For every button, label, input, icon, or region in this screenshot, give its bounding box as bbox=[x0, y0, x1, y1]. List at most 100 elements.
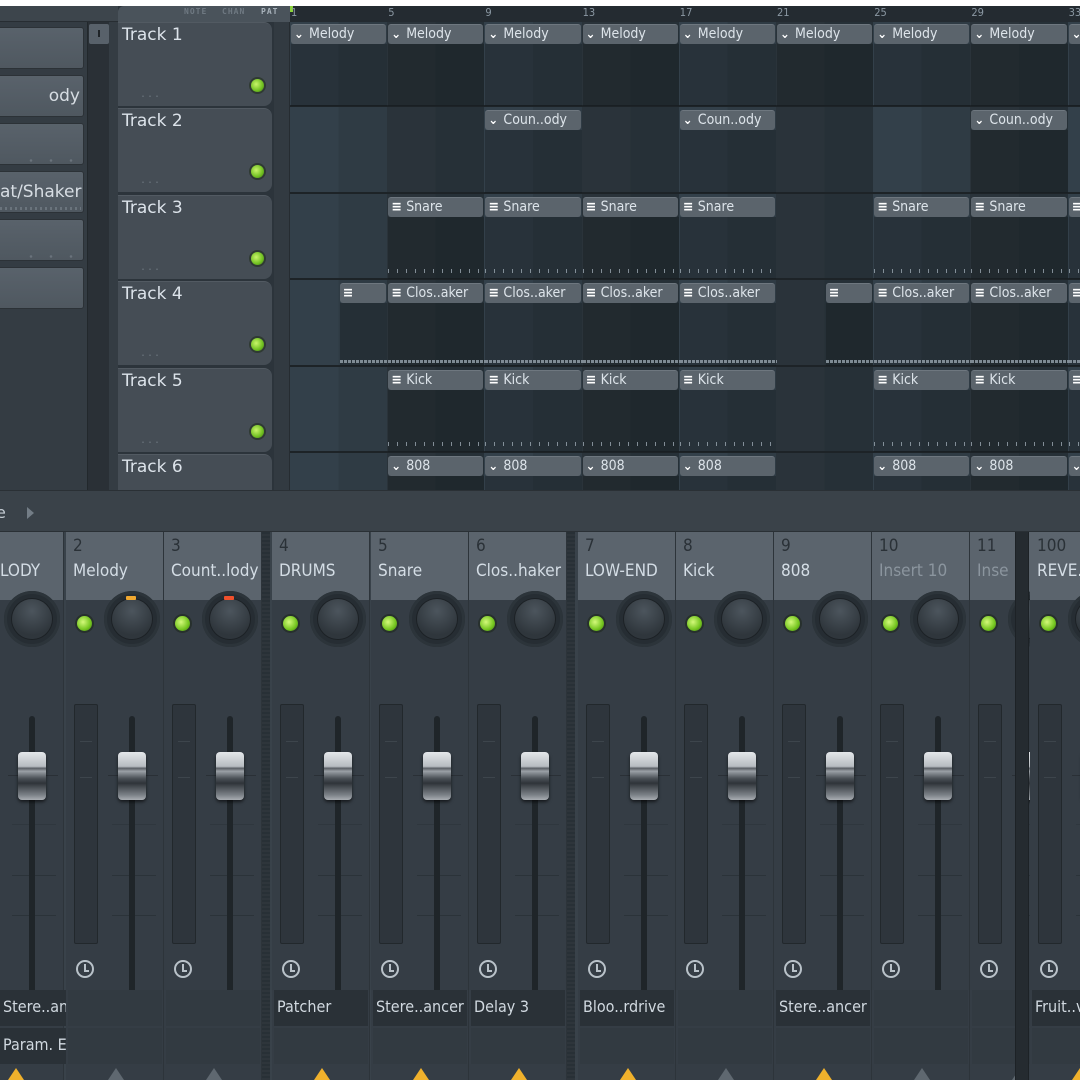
playlist-clip[interactable]: ⌄ 808 bbox=[679, 456, 775, 476]
track-name[interactable]: Track 5 bbox=[122, 371, 183, 391]
track-options-dots[interactable]: ... bbox=[140, 435, 161, 446]
strip-enable-led[interactable] bbox=[480, 616, 495, 631]
playlist-clip[interactable]: ≡ bbox=[825, 283, 873, 304]
effect-slot[interactable] bbox=[471, 1028, 565, 1064]
playlist-clip[interactable]: ⌄ Coun..ody bbox=[679, 110, 775, 131]
clock-icon[interactable] bbox=[76, 960, 94, 978]
clock-icon[interactable] bbox=[588, 960, 606, 978]
send-arrow-icon[interactable] bbox=[1072, 1068, 1080, 1080]
mixer-strip[interactable]: 4 DRUMS Patcher bbox=[272, 532, 370, 1080]
effect-slot[interactable] bbox=[874, 1028, 968, 1064]
strip-header[interactable]: 4 DRUMS bbox=[272, 532, 369, 600]
mixer-strip[interactable]: LODY Stere..ancer Param. EQ 2 bbox=[0, 532, 94, 1080]
strip-name[interactable]: 808 bbox=[781, 561, 810, 581]
strip-header[interactable]: LODY bbox=[0, 532, 63, 600]
strip-header[interactable]: 2 Melody bbox=[66, 532, 163, 600]
effect-slot[interactable] bbox=[274, 1028, 368, 1064]
strip-enable-led[interactable] bbox=[981, 616, 996, 631]
mixer-strip[interactable]: 9 808 Stere..ancer bbox=[774, 532, 872, 1080]
track-enable-led[interactable] bbox=[251, 424, 264, 438]
channel-button[interactable] bbox=[0, 27, 84, 69]
playlist-clip[interactable]: ⌄ 808 bbox=[388, 456, 484, 476]
playlist-clip[interactable]: ≡ Kick bbox=[679, 369, 775, 390]
volume-fader-handle[interactable] bbox=[521, 752, 549, 800]
send-arrow-icon[interactable] bbox=[206, 1068, 222, 1080]
strip-name[interactable]: Count..lody bbox=[171, 561, 259, 581]
volume-fader-handle[interactable] bbox=[924, 752, 952, 800]
strip-header[interactable]: 100 REVE.. bbox=[1030, 532, 1080, 600]
playlist-clip[interactable]: ≡ Kick bbox=[388, 369, 484, 390]
effect-slot[interactable] bbox=[68, 1028, 162, 1064]
playlist-clip[interactable]: ≡ Clos..aker bbox=[971, 283, 1067, 304]
playlist-clip[interactable]: ⌄ 808 bbox=[971, 456, 1067, 476]
playlist-clip[interactable]: ⌄ Melody bbox=[971, 24, 1067, 44]
strip-enable-led[interactable] bbox=[382, 616, 397, 631]
playlist-clip[interactable]: ≡ Snare bbox=[388, 196, 484, 217]
playlist-clip[interactable]: ⌄ bbox=[1068, 456, 1080, 476]
mode-chan[interactable]: CHAN bbox=[222, 7, 245, 16]
volume-fader-handle[interactable] bbox=[118, 752, 146, 800]
effect-slot[interactable]: Stere..ancer bbox=[373, 990, 467, 1026]
effect-slot[interactable] bbox=[373, 1028, 467, 1064]
strip-header[interactable]: 5 Snare bbox=[371, 532, 468, 600]
playlist-clip[interactable]: ≡ Snare bbox=[971, 196, 1067, 217]
arrangement-grid[interactable]: ⌄ Melody ⌄ Melody ⌄ Melody ⌄ Melody ⌄ Melody ⌄ Melo… bbox=[290, 22, 1080, 490]
effect-slot[interactable]: Bloo..rdrive bbox=[580, 990, 674, 1026]
track-enable-led[interactable] bbox=[251, 251, 264, 265]
track-options-dots[interactable]: ... bbox=[140, 175, 161, 186]
send-arrow-icon[interactable] bbox=[718, 1068, 734, 1080]
mixer-strip[interactable]: 100 REVE.. Fruit..v bbox=[1030, 532, 1080, 1080]
playlist-clip[interactable]: ⌄ Melody bbox=[291, 24, 387, 44]
track-enable-led[interactable] bbox=[251, 338, 264, 352]
send-arrow-icon[interactable] bbox=[620, 1068, 636, 1080]
strip-name[interactable]: LOW-END bbox=[585, 561, 658, 581]
volume-fader-handle[interactable] bbox=[728, 752, 756, 800]
playlist-clip[interactable]: ⌄ 808 bbox=[582, 456, 678, 476]
effect-slot[interactable] bbox=[678, 1028, 772, 1064]
effect-slot[interactable] bbox=[678, 990, 772, 1026]
volume-fader-handle[interactable] bbox=[324, 752, 352, 800]
playlist-clip[interactable]: ⌄ 808 bbox=[485, 456, 581, 476]
effect-slot[interactable] bbox=[68, 990, 162, 1026]
strip-name[interactable]: LODY bbox=[0, 561, 40, 581]
strip-enable-led[interactable] bbox=[785, 616, 800, 631]
playlist-clip[interactable]: ⌄ Melody bbox=[777, 24, 873, 44]
scrollbar-thumb[interactable] bbox=[89, 24, 109, 44]
playlist-clip[interactable]: ≡ bbox=[1068, 196, 1080, 217]
track-header[interactable]: Track 5... bbox=[118, 367, 272, 452]
mixer-menu-arrow-icon[interactable] bbox=[27, 507, 34, 519]
clock-icon[interactable] bbox=[282, 960, 300, 978]
volume-fader-handle[interactable] bbox=[630, 752, 658, 800]
effect-slot[interactable] bbox=[166, 1028, 260, 1064]
clock-icon[interactable] bbox=[784, 960, 802, 978]
pan-knob[interactable] bbox=[910, 591, 966, 647]
strip-header[interactable]: 8 Kick bbox=[676, 532, 773, 600]
playlist-clip[interactable]: ≡ Kick bbox=[485, 369, 581, 390]
pan-knob[interactable] bbox=[104, 591, 160, 647]
strip-enable-led[interactable] bbox=[175, 616, 190, 631]
mixer-strip[interactable]: 2 Melody bbox=[66, 532, 164, 1080]
playlist-clip[interactable]: ≡ Snare bbox=[874, 196, 970, 217]
playlist-clip[interactable]: ≡ Clos..aker bbox=[485, 283, 581, 304]
volume-fader-handle[interactable] bbox=[18, 752, 46, 800]
playlist-clip[interactable]: ⌄ 808 bbox=[874, 456, 970, 476]
send-arrow-icon[interactable] bbox=[914, 1068, 930, 1080]
mixer-strip[interactable]: 8 Kick bbox=[676, 532, 774, 1080]
playlist-clip[interactable]: ≡ Snare bbox=[582, 196, 678, 217]
volume-fader-handle[interactable] bbox=[826, 752, 854, 800]
track-options-dots[interactable]: ... bbox=[140, 348, 161, 359]
pan-knob[interactable] bbox=[812, 591, 868, 647]
mixer-strip[interactable]: 5 Snare Stere..ancer bbox=[371, 532, 469, 1080]
clock-icon[interactable] bbox=[882, 960, 900, 978]
track-options-dots[interactable]: ... bbox=[140, 262, 161, 273]
clock-icon[interactable] bbox=[174, 960, 192, 978]
playlist-clip[interactable]: ⌄ Melody bbox=[388, 24, 484, 44]
mode-pat[interactable]: PAT bbox=[261, 7, 278, 16]
send-arrow-icon[interactable] bbox=[413, 1068, 429, 1080]
effect-slot[interactable] bbox=[874, 990, 968, 1026]
channel-button[interactable] bbox=[0, 267, 84, 309]
pan-knob[interactable] bbox=[409, 591, 465, 647]
channel-button[interactable]: at/Shaker bbox=[0, 171, 84, 213]
strip-header[interactable]: 3 Count..lody bbox=[164, 532, 261, 600]
send-arrow-icon[interactable] bbox=[314, 1068, 330, 1080]
